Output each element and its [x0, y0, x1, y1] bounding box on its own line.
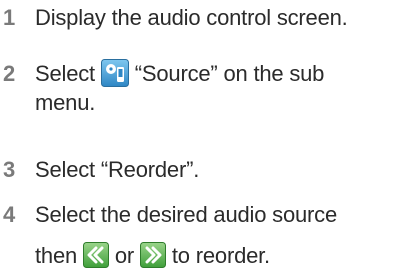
step-4-line-2: then or to reorder. [35, 242, 401, 270]
step-2-line-1: Select “Source” on the sub [35, 59, 401, 89]
step-text: Select “Reorder”. [35, 156, 401, 184]
step-number: 3 [3, 157, 16, 182]
step-4-reorder-text: to reorder. [171, 243, 270, 268]
step-1-text: Display the audio control screen. [35, 5, 348, 30]
step-2-select-label: Select [35, 61, 95, 86]
move-up-icon [82, 242, 109, 269]
step-4-line-1: Select the desired audio source [35, 202, 337, 227]
step-2-source-text: “Source” on the sub [134, 61, 325, 86]
step-3-text: Select “Reorder”. [35, 157, 200, 182]
step-text: Display the audio control screen. [35, 4, 401, 32]
step-number: 2 [3, 61, 16, 86]
step-4-or-text: or [114, 243, 135, 268]
step-number: 4 [3, 202, 16, 227]
step-2-line-2: menu. [35, 90, 96, 116]
source-menu-icon [100, 59, 129, 88]
step-number: 1 [3, 5, 16, 30]
instruction-steps: 1 Display the audio control screen. 2 Se… [0, 0, 403, 271]
move-down-icon [139, 242, 166, 269]
step-text: Select “Source” on the sub menu. [35, 59, 401, 117]
step-4-then-text: then [35, 243, 78, 268]
step-text: Select the desired audio source then or … [35, 201, 401, 270]
